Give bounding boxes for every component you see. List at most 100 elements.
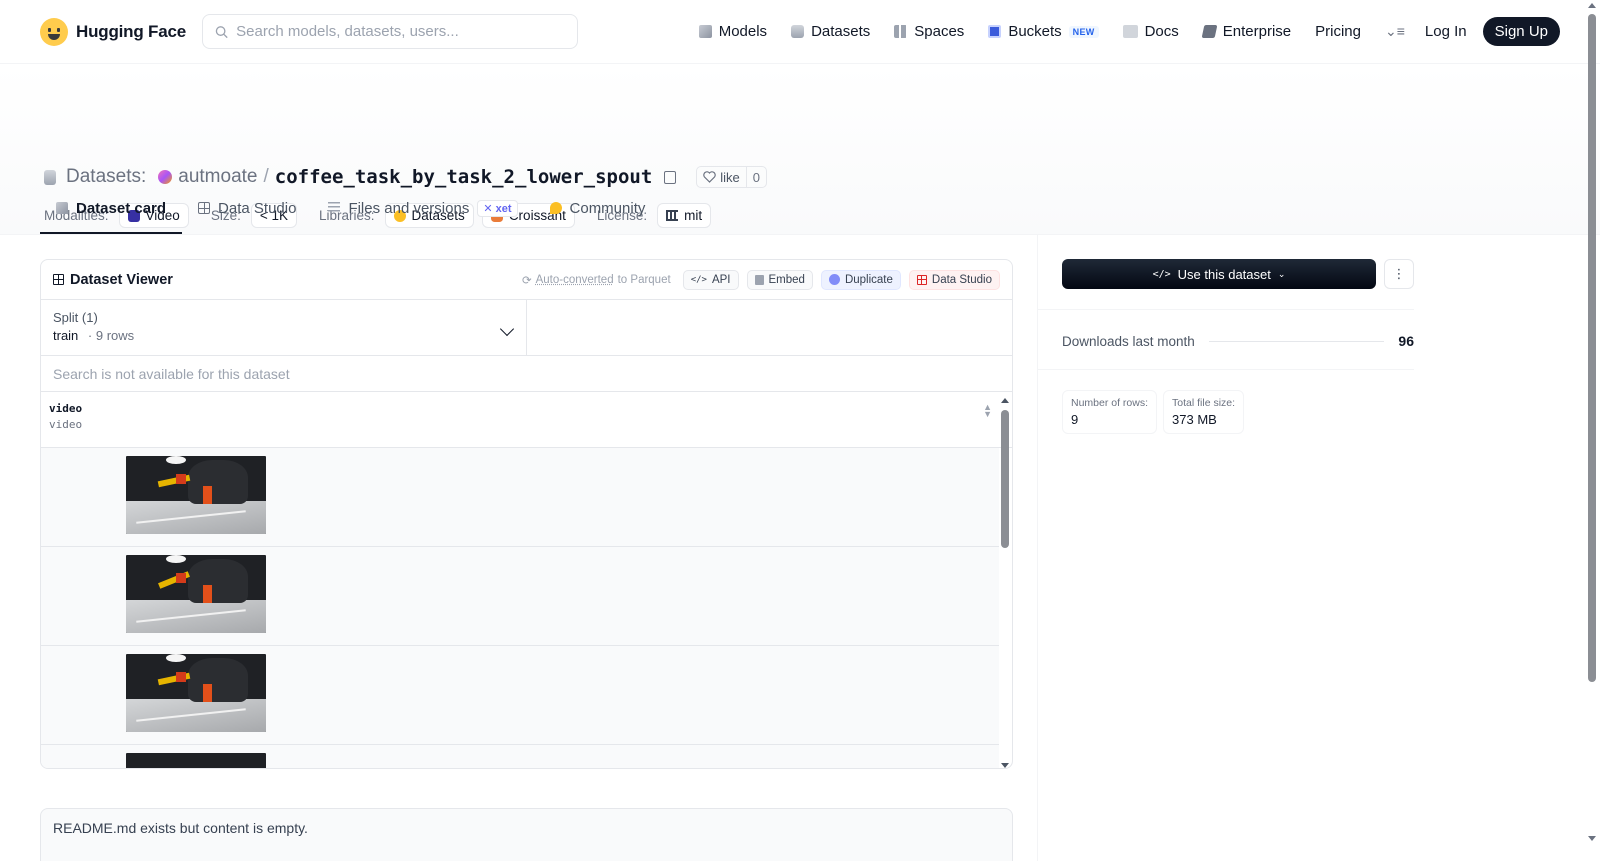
- video-thumbnail[interactable]: [126, 753, 266, 768]
- nav-label: Pricing: [1315, 23, 1361, 40]
- table-row[interactable]: [41, 547, 999, 646]
- video-thumbnail[interactable]: [126, 654, 266, 732]
- nav-spaces[interactable]: Spaces: [894, 23, 964, 40]
- table-row[interactable]: [41, 745, 999, 768]
- like-widget: like 0: [696, 166, 768, 188]
- embed-icon: [754, 274, 764, 285]
- nav-docs[interactable]: Docs: [1122, 23, 1179, 40]
- viewer-header: Dataset Viewer ⟳ Auto-converted to Parqu…: [41, 260, 1012, 300]
- search-icon: [215, 25, 228, 38]
- duplicate-icon: [828, 274, 840, 285]
- column-name: video: [49, 402, 83, 415]
- login-button[interactable]: Log In: [1425, 23, 1467, 40]
- main-nav: Models Datasets Spaces Buckets NEW Docs E…: [698, 23, 1405, 40]
- scroll-down-icon[interactable]: [1001, 763, 1009, 768]
- home-logo-link[interactable]: Hugging Face: [40, 17, 202, 46]
- column-type: video: [49, 418, 83, 431]
- divider: [1038, 369, 1414, 370]
- scroll-up-icon[interactable]: [1001, 398, 1009, 403]
- tab-community[interactable]: Community: [534, 184, 662, 234]
- table-icon: [916, 274, 927, 285]
- data-studio-button[interactable]: Data Studio: [908, 269, 1000, 290]
- code-icon: </>: [1152, 268, 1171, 280]
- tab-label: Data Studio: [218, 199, 297, 217]
- divider: [1038, 309, 1414, 310]
- scroll-up-icon[interactable]: [1588, 3, 1596, 8]
- like-label: like: [720, 169, 740, 185]
- scrollbar-thumb[interactable]: [1588, 14, 1596, 682]
- api-button[interactable]: </> API: [682, 269, 739, 290]
- tab-files-and-versions[interactable]: Files and versions ✕ xet: [312, 184, 533, 234]
- chevron-down-icon: ⌄: [1277, 268, 1286, 279]
- viewer-title: Dataset Viewer: [53, 272, 173, 288]
- table-row[interactable]: [41, 646, 999, 745]
- api-label: API: [711, 273, 731, 286]
- hugging-face-logo-icon: [40, 17, 68, 46]
- nav-models[interactable]: Models: [698, 23, 768, 40]
- downloads-label: Downloads last month: [1062, 333, 1195, 349]
- org-avatar: [158, 170, 173, 184]
- viewer-scrollbar[interactable]: [1000, 398, 1010, 768]
- scrollbar-thumb[interactable]: [1001, 410, 1009, 548]
- tab-data-studio[interactable]: Data Studio: [182, 184, 312, 234]
- dataset-viewer: Dataset Viewer ⟳ Auto-converted to Parqu…: [40, 259, 1013, 769]
- like-count[interactable]: 0: [747, 170, 766, 185]
- embed-button[interactable]: Embed: [746, 269, 813, 290]
- downloads-row: Downloads last month 96: [1062, 333, 1414, 349]
- split-label: Split (1): [53, 310, 98, 325]
- book-icon: [1122, 25, 1138, 38]
- auto-converted-note: ⟳ Auto-converted to Parquet: [522, 273, 671, 287]
- nav-datasets[interactable]: Datasets: [791, 23, 870, 40]
- duplicate-button[interactable]: Duplicate: [820, 269, 901, 290]
- nav-buckets[interactable]: Buckets NEW: [988, 23, 1099, 40]
- more-options-icon[interactable]: ⋮: [1384, 259, 1414, 289]
- data-studio-label: Data Studio: [931, 273, 992, 286]
- database-icon: [44, 169, 56, 185]
- split-selector[interactable]: Split (1) train · 9 rows: [41, 300, 527, 355]
- nav-label: Models: [718, 23, 768, 40]
- video-thumbnail[interactable]: [126, 456, 266, 534]
- more-menu-icon[interactable]: ⌄≡: [1385, 23, 1405, 40]
- stat-label: Total file size:: [1172, 397, 1236, 409]
- dataset-stats: Number of rows: 9 Total file size: 373 M…: [1062, 390, 1578, 434]
- dataset-header: Datasets: autmoate / coffee_task_by_task…: [0, 64, 1600, 235]
- dataset-tabs: Dataset card Data Studio Files and versi…: [40, 184, 661, 234]
- viewer-title-text: Dataset Viewer: [70, 271, 173, 288]
- bucket-icon: [988, 25, 1002, 38]
- stat-label: Number of rows:: [1071, 397, 1149, 409]
- tag-label: mit: [684, 208, 703, 223]
- viewer-actions: ⟳ Auto-converted to Parquet </> API Embed…: [522, 269, 1000, 290]
- like-button[interactable]: like: [697, 167, 747, 187]
- scroll-down-icon[interactable]: [1588, 836, 1596, 841]
- video-thumbnail[interactable]: [126, 555, 266, 633]
- tab-label: Files and versions: [348, 199, 470, 217]
- split-value: train · 9 rows: [53, 328, 514, 343]
- signup-button[interactable]: Sign Up: [1482, 17, 1560, 46]
- nav-enterprise[interactable]: Enterprise: [1201, 23, 1291, 40]
- tab-dataset-card[interactable]: Dataset card: [40, 184, 183, 234]
- duplicate-label: Duplicate: [844, 273, 893, 286]
- page-scrollbar[interactable]: [1586, 0, 1598, 861]
- auto-converted-text: to Parquet: [617, 273, 671, 286]
- search-box[interactable]: [202, 14, 578, 49]
- files-icon: [328, 202, 341, 214]
- table-body: [41, 448, 1012, 768]
- copy-icon[interactable]: [664, 170, 677, 184]
- search-input[interactable]: [236, 23, 565, 40]
- table-row[interactable]: [41, 448, 999, 547]
- use-this-dataset-button[interactable]: </> Use this dataset ⌄: [1062, 259, 1376, 289]
- table-icon: [53, 274, 64, 285]
- bank-icon: [666, 210, 679, 221]
- grid-icon: [894, 25, 908, 38]
- column-header-video[interactable]: video video ▲ ▼: [41, 392, 1012, 448]
- stat-file-size: Total file size: 373 MB: [1163, 390, 1245, 434]
- sort-icon[interactable]: ▲ ▼: [983, 403, 992, 419]
- tab-label: Community: [569, 199, 646, 217]
- split-row-count: · 9 rows: [87, 328, 135, 343]
- auto-converted-link[interactable]: Auto-converted: [536, 274, 614, 286]
- license-tag[interactable]: mit: [657, 203, 712, 228]
- downloads-sparkline: [1208, 340, 1385, 342]
- main-content: Dataset Viewer ⟳ Auto-converted to Parqu…: [0, 235, 1600, 861]
- nav-pricing[interactable]: Pricing: [1315, 23, 1361, 40]
- new-badge: NEW: [1068, 25, 1099, 38]
